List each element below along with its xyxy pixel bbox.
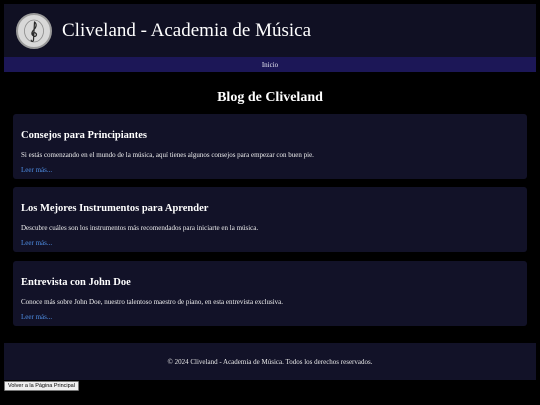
post-excerpt: Descubre cuáles son los instrumentos más… <box>21 224 259 232</box>
site-header: Cliveland - Academia de Música <box>4 4 536 57</box>
blog-post-card: Entrevista con John Doe Conoce más sobre… <box>13 261 527 326</box>
copyright-text: © 2024 Cliveland - Academia de Música. T… <box>167 357 373 366</box>
page-title: Blog de Cliveland <box>217 90 323 105</box>
site-footer: © 2024 Cliveland - Academia de Música. T… <box>4 343 536 380</box>
post-title: Los Mejores Instrumentos para Aprender <box>21 203 209 214</box>
post-excerpt: Conoce más sobre John Doe, nuestro talen… <box>21 298 284 306</box>
main-nav: Inicio <box>4 57 536 72</box>
nav-item-inicio[interactable]: Inicio <box>262 61 278 69</box>
post-title: Entrevista con John Doe <box>21 277 131 288</box>
read-more-link[interactable]: Leer más... <box>21 313 52 321</box>
blog-post-card: Los Mejores Instrumentos para Aprender D… <box>13 187 527 252</box>
page: Cliveland - Academia de Música Inicio Bl… <box>0 0 540 405</box>
site-title: Cliveland - Academia de Música <box>62 19 312 41</box>
read-more-link[interactable]: Leer más... <box>21 166 52 174</box>
post-excerpt: Si estás comenzando en el mundo de la mú… <box>21 151 314 159</box>
back-to-home-button[interactable]: Volver a la Página Principal <box>4 381 79 391</box>
read-more-link[interactable]: Leer más... <box>21 239 52 247</box>
blog-post-card: Consejos para Principiantes Si estás com… <box>13 114 527 179</box>
treble-clef-icon <box>16 12 52 49</box>
post-title: Consejos para Principiantes <box>21 130 147 141</box>
